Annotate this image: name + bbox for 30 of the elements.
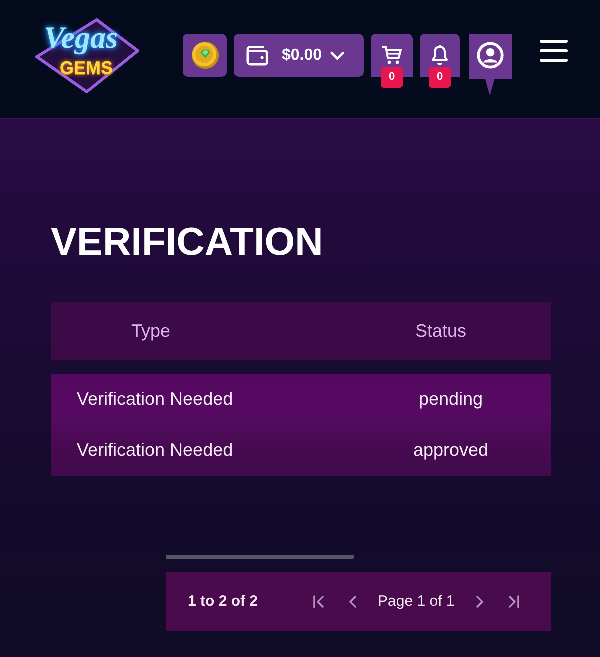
menu-icon <box>540 40 568 62</box>
table-cell: approved <box>413 440 489 461</box>
table-cell: Verification Needed <box>77 389 234 410</box>
last-page-icon <box>508 594 520 608</box>
row-count-text: 1 to 2 of 2 <box>188 593 258 610</box>
wallet-icon <box>245 44 270 66</box>
notifications-button[interactable]: 0 <box>420 34 460 88</box>
chevron-right-icon <box>474 594 486 608</box>
chevron-left-icon <box>347 594 360 608</box>
logo-wordmark-text: GEMS <box>60 58 114 78</box>
table-cell: Verification Needed <box>77 440 234 461</box>
profile-button[interactable] <box>469 34 512 96</box>
bell-icon <box>431 45 449 66</box>
page-indicator-text: Page 1 of 1 <box>378 593 455 610</box>
table-cell: pending <box>418 389 484 410</box>
column-header: Status <box>415 320 467 342</box>
cart-count-badge: 0 <box>381 67 403 88</box>
wallet-button[interactable]: $0.00 <box>234 34 364 77</box>
column-header: Type <box>131 320 171 342</box>
first-page-icon <box>313 594 326 608</box>
page-title: VERIFICATION <box>51 220 324 266</box>
shopping-cart-icon <box>382 45 402 65</box>
notification-count-badge: 0 <box>429 67 451 88</box>
chevron-down-icon <box>330 50 346 60</box>
user-icon <box>477 42 504 69</box>
cart-button[interactable]: 0 <box>371 34 413 88</box>
coins-button[interactable] <box>183 34 227 77</box>
horizontal-scrollbar[interactable] <box>166 555 354 559</box>
menu-button[interactable] <box>540 40 568 62</box>
coin-icon <box>190 41 220 70</box>
